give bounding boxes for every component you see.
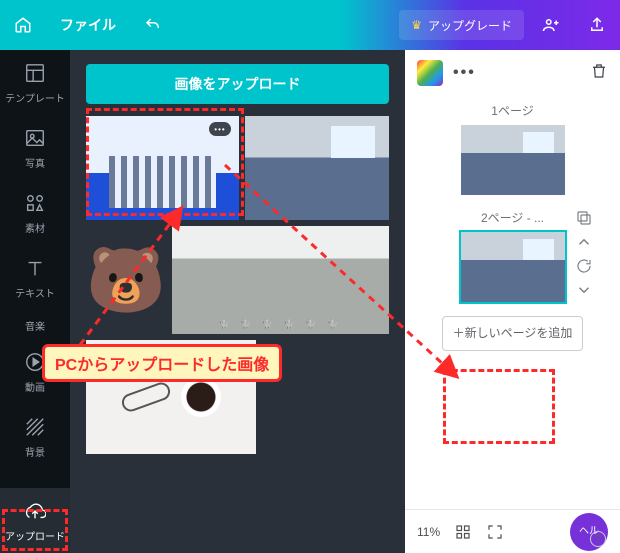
home-icon	[14, 16, 32, 34]
refresh-icon[interactable]	[575, 257, 593, 275]
uploaded-grid: ••• 🐻	[86, 116, 389, 454]
rail-upload[interactable]: アップロード	[0, 488, 70, 553]
uploaded-thumb-3[interactable]: 🐻	[86, 226, 166, 334]
element-icon	[24, 192, 46, 214]
upgrade-label: アップグレード	[428, 17, 512, 34]
background-icon	[24, 416, 46, 438]
page-2[interactable]: 2ページ - ...	[461, 209, 565, 302]
page-1-thumb[interactable]	[461, 125, 565, 195]
rail-audio-label: 音楽	[25, 318, 45, 333]
page-list: 1ページ 2ページ - ... ＋新しいページを追加	[405, 96, 620, 509]
trash-icon	[590, 62, 608, 80]
home-button[interactable]	[0, 0, 46, 50]
add-user-icon	[542, 16, 560, 34]
rail-photo[interactable]: 写真	[0, 115, 70, 180]
zoom-bar: 11% ヘル	[405, 509, 620, 553]
grid-view-icon[interactable]	[454, 523, 472, 541]
rail-video-label: 動画	[25, 379, 45, 394]
bear-icon: 🐻	[86, 248, 166, 312]
rail-text-label: テキスト	[15, 285, 55, 300]
question-badge[interactable]: ?	[590, 531, 606, 547]
rail-background[interactable]: 背景	[0, 404, 70, 469]
undo-button[interactable]	[130, 0, 176, 50]
annotation-callout: PCからアップロードした画像	[42, 344, 282, 382]
page-2-label: 2ページ - ...	[481, 209, 544, 226]
page-2-controls	[575, 209, 593, 299]
file-menu[interactable]: ファイル	[46, 0, 130, 50]
thumb-more-button[interactable]: •••	[209, 122, 231, 136]
chevron-down-icon[interactable]	[575, 281, 593, 299]
invite-button[interactable]	[528, 0, 574, 50]
more-menu[interactable]: •••	[453, 64, 476, 82]
add-page-button[interactable]: ＋新しいページを追加	[442, 316, 584, 351]
color-swatch[interactable]	[417, 60, 443, 86]
undo-icon	[144, 16, 162, 34]
uploaded-thumb-4[interactable]	[172, 226, 389, 334]
rail-template-label: テンプレート	[5, 90, 65, 105]
uploaded-thumb-1[interactable]: •••	[86, 116, 239, 220]
zoom-percent[interactable]: 11%	[417, 525, 440, 539]
page-1[interactable]: 1ページ	[461, 102, 565, 195]
rail-upload-label: アップロード	[5, 528, 65, 543]
left-rail: テンプレート 写真 素材 テキスト 音楽 動画 背景 アップロード	[0, 50, 70, 553]
rail-photo-label: 写真	[25, 155, 45, 170]
share-icon	[588, 16, 606, 34]
rail-audio[interactable]: 音楽	[0, 310, 70, 339]
rail-background-label: 背景	[25, 444, 45, 459]
uploaded-thumb-2[interactable]	[245, 116, 389, 220]
app-header: ファイル ♛ アップグレード	[0, 0, 620, 50]
upload-image-button[interactable]: 画像をアップロード	[86, 64, 389, 104]
delete-button[interactable]	[590, 62, 608, 85]
upload-panel: 画像をアップロード ••• 🐻	[70, 50, 405, 553]
rail-element[interactable]: 素材	[0, 180, 70, 245]
crown-icon: ♛	[411, 18, 422, 32]
canvas-panel: ••• 1ページ 2ページ - ... ＋新しいページを追加 11% ヘル ?	[405, 50, 620, 553]
text-icon	[24, 257, 46, 279]
upload-icon	[24, 500, 46, 522]
photo-icon	[24, 127, 46, 149]
template-icon	[24, 62, 46, 84]
page-2-thumb[interactable]	[461, 232, 565, 302]
page-1-label: 1ページ	[491, 102, 533, 119]
chevron-up-icon[interactable]	[575, 233, 593, 251]
canvas-toolbar: •••	[405, 50, 620, 96]
upgrade-button[interactable]: ♛ アップグレード	[399, 10, 524, 40]
rail-element-label: 素材	[25, 220, 45, 235]
duplicate-icon[interactable]	[575, 209, 593, 227]
rail-template[interactable]: テンプレート	[0, 50, 70, 115]
fullscreen-icon[interactable]	[486, 523, 504, 541]
publish-button[interactable]	[574, 0, 620, 50]
rail-text[interactable]: テキスト	[0, 245, 70, 310]
